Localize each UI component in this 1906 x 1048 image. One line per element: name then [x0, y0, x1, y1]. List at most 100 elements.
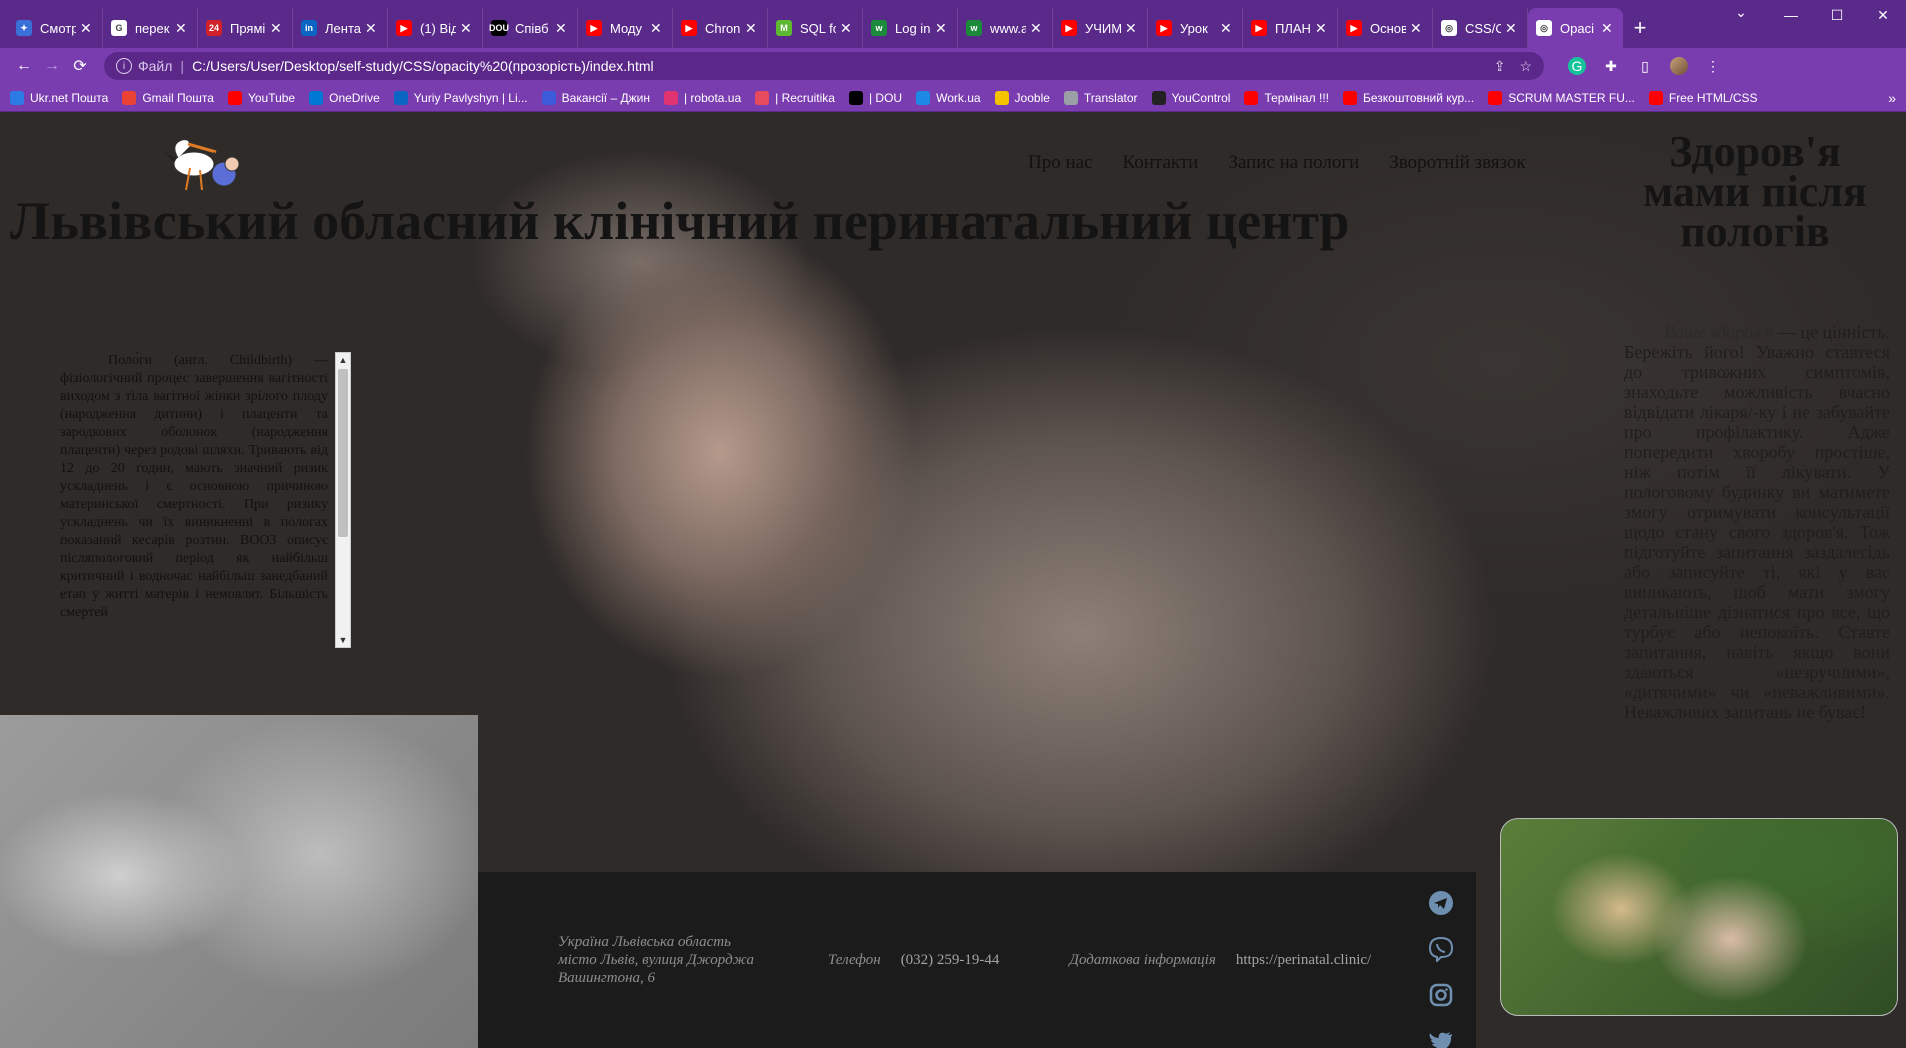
- browser-tab[interactable]: ▶ Основ ✕: [1338, 8, 1433, 48]
- bookmarks-overflow-icon[interactable]: »: [1888, 90, 1896, 106]
- browser-tab[interactable]: ▶ УЧИМ ✕: [1053, 8, 1148, 48]
- browser-tab[interactable]: ◎ CSS/O✕: [1433, 8, 1528, 48]
- tab-search-icon[interactable]: ⌄: [1726, 4, 1756, 21]
- bookmark-item[interactable]: Jooble: [994, 90, 1050, 105]
- menu-kebab-icon[interactable]: ⋮: [1704, 57, 1722, 75]
- bookmark-item[interactable]: | Recruitika: [755, 90, 835, 105]
- minimize-icon[interactable]: —: [1768, 0, 1814, 30]
- browser-tab[interactable]: DOU Співб ✕: [483, 8, 578, 48]
- bookmark-item[interactable]: Translator: [1063, 90, 1138, 105]
- tab-close-icon[interactable]: ✕: [1601, 20, 1615, 37]
- bookmark-item[interactable]: OneDrive: [309, 90, 380, 105]
- telegram-icon[interactable]: [1428, 890, 1454, 916]
- browser-tab[interactable]: ▶ Урок ✕: [1148, 8, 1243, 48]
- browser-tab[interactable]: 24 Прямі ✕: [198, 8, 293, 48]
- nav-birth-booking[interactable]: Запис на пологи: [1228, 152, 1359, 174]
- footer-site-link[interactable]: https://perinatal.clinic/: [1236, 952, 1371, 969]
- side-panel-icon[interactable]: ▯: [1636, 57, 1654, 75]
- right-heading: Здоров'я мами після пологів: [1643, 127, 1867, 256]
- browser-tab[interactable]: ✦ Смотр ✕: [8, 8, 103, 48]
- bookmark-star-icon[interactable]: ☆: [1519, 58, 1532, 75]
- bookmark-favicon-icon: [1488, 90, 1503, 105]
- tab-close-icon[interactable]: ✕: [365, 20, 379, 37]
- bookmark-item[interactable]: Yuriy Pavlyshyn | Li...: [393, 90, 528, 105]
- browser-tab[interactable]: M SQL fo ✕: [768, 8, 863, 48]
- bookmark-label: Gmail Пошта: [142, 90, 214, 105]
- tab-close-icon[interactable]: ✕: [1125, 20, 1139, 37]
- page-viewport: Про нас Контакти Запис на пологи Зворотн…: [0, 112, 1906, 1048]
- instagram-icon[interactable]: [1428, 982, 1454, 1008]
- extensions-area: G ✚ ▯ ⋮: [1568, 57, 1722, 75]
- nav-about[interactable]: Про нас: [1028, 152, 1093, 174]
- bookmark-favicon-icon: [309, 90, 324, 105]
- nav-feedback[interactable]: Зворотній звязок: [1389, 152, 1525, 174]
- url-text[interactable]: C:/Users/User/Desktop/self-study/CSS/opa…: [192, 58, 654, 74]
- browser-tab[interactable]: ▶ (1) Від ✕: [388, 8, 483, 48]
- bookmark-item[interactable]: Термінал !!!: [1244, 90, 1329, 105]
- tab-close-icon[interactable]: ✕: [270, 20, 284, 37]
- scroll-up-icon[interactable]: ▲: [336, 353, 350, 367]
- browser-tab[interactable]: ▶ Chron ✕: [673, 8, 768, 48]
- tab-close-icon[interactable]: ✕: [1220, 20, 1234, 37]
- browser-tab[interactable]: w www.a ✕: [958, 8, 1053, 48]
- bookmark-item[interactable]: Вакансії – Джин: [541, 90, 650, 105]
- stork-logo[interactable]: [160, 132, 246, 192]
- bookmark-item[interactable]: SCRUM MASTER FU...: [1488, 90, 1635, 105]
- bookmark-favicon-icon: [1063, 90, 1078, 105]
- scrollbar[interactable]: ▲ ▼: [335, 352, 351, 648]
- tab-close-icon[interactable]: ✕: [1505, 20, 1519, 37]
- forward-icon[interactable]: →: [38, 52, 66, 80]
- bookmark-item[interactable]: Free HTML/CSS: [1648, 90, 1758, 105]
- bookmark-favicon-icon: [663, 90, 678, 105]
- back-icon[interactable]: ←: [10, 52, 38, 80]
- tab-favicon-icon: M: [776, 20, 792, 36]
- bookmark-item[interactable]: Gmail Пошта: [122, 90, 214, 105]
- bookmark-item[interactable]: Work.ua: [916, 90, 981, 105]
- scroll-down-icon[interactable]: ▼: [336, 633, 350, 647]
- browser-tab[interactable]: Gперек ✕: [103, 8, 198, 48]
- browser-tab[interactable]: ▶ Моду ✕: [578, 8, 673, 48]
- tab-close-icon[interactable]: ✕: [1030, 20, 1044, 37]
- extensions-puzzle-icon[interactable]: ✚: [1602, 57, 1620, 75]
- childbirth-text-scrollbox[interactable]: Поло́ги (англ. Childbirth) — фізіологічн…: [60, 352, 350, 648]
- tab-close-icon[interactable]: ✕: [935, 20, 949, 37]
- viber-icon[interactable]: [1428, 936, 1454, 962]
- nav-contacts[interactable]: Контакти: [1123, 152, 1199, 174]
- browser-tab[interactable]: w Log in ✕: [863, 8, 958, 48]
- bookmark-item[interactable]: Безкоштовний кур...: [1343, 90, 1474, 105]
- tab-favicon-icon: ▶: [1156, 20, 1172, 36]
- new-tab-icon[interactable]: +: [1623, 8, 1657, 48]
- share-icon[interactable]: ⇪: [1494, 58, 1506, 75]
- close-window-icon[interactable]: ✕: [1860, 0, 1906, 30]
- bookmark-item[interactable]: | DOU: [848, 90, 902, 105]
- tab-close-icon[interactable]: ✕: [460, 20, 474, 37]
- scrollbar-thumb[interactable]: [338, 369, 348, 537]
- site-info-icon[interactable]: i: [116, 58, 132, 74]
- tab-label: SQL fo: [800, 20, 836, 36]
- reload-icon[interactable]: ⟳: [66, 52, 94, 80]
- bookmark-favicon-icon: [1343, 90, 1357, 105]
- tab-close-icon[interactable]: ✕: [840, 20, 854, 37]
- tab-close-icon[interactable]: ✕: [175, 20, 189, 37]
- tab-close-icon[interactable]: ✕: [1315, 20, 1329, 37]
- bookmark-item[interactable]: YouControl: [1151, 90, 1230, 105]
- bookmark-favicon-icon: [1648, 90, 1663, 105]
- tab-label: перек: [135, 20, 170, 36]
- bookmark-item[interactable]: YouTube: [227, 90, 295, 105]
- grammarly-icon[interactable]: G: [1568, 57, 1586, 75]
- maximize-icon[interactable]: ☐: [1814, 0, 1860, 30]
- address-bar[interactable]: i Файл | C:/Users/User/Desktop/self-stud…: [104, 52, 1544, 80]
- tab-close-icon[interactable]: ✕: [555, 20, 569, 37]
- browser-tab[interactable]: ◎ Opaci ✕: [1528, 8, 1623, 48]
- browser-tab[interactable]: in Лента ✕: [293, 8, 388, 48]
- profile-avatar[interactable]: [1670, 57, 1688, 75]
- twitter-icon[interactable]: [1428, 1028, 1454, 1048]
- bookmark-item[interactable]: | robota.ua: [663, 90, 741, 105]
- tab-close-icon[interactable]: ✕: [1410, 20, 1424, 37]
- tab-close-icon[interactable]: ✕: [80, 20, 94, 37]
- footer-phone[interactable]: (032) 259-19-44: [901, 952, 1000, 969]
- tab-close-icon[interactable]: ✕: [650, 20, 664, 37]
- bookmark-item[interactable]: Ukr.net Пошта: [10, 90, 108, 105]
- tab-close-icon[interactable]: ✕: [745, 20, 759, 37]
- browser-tab[interactable]: ▶ ПЛАН ✕: [1243, 8, 1338, 48]
